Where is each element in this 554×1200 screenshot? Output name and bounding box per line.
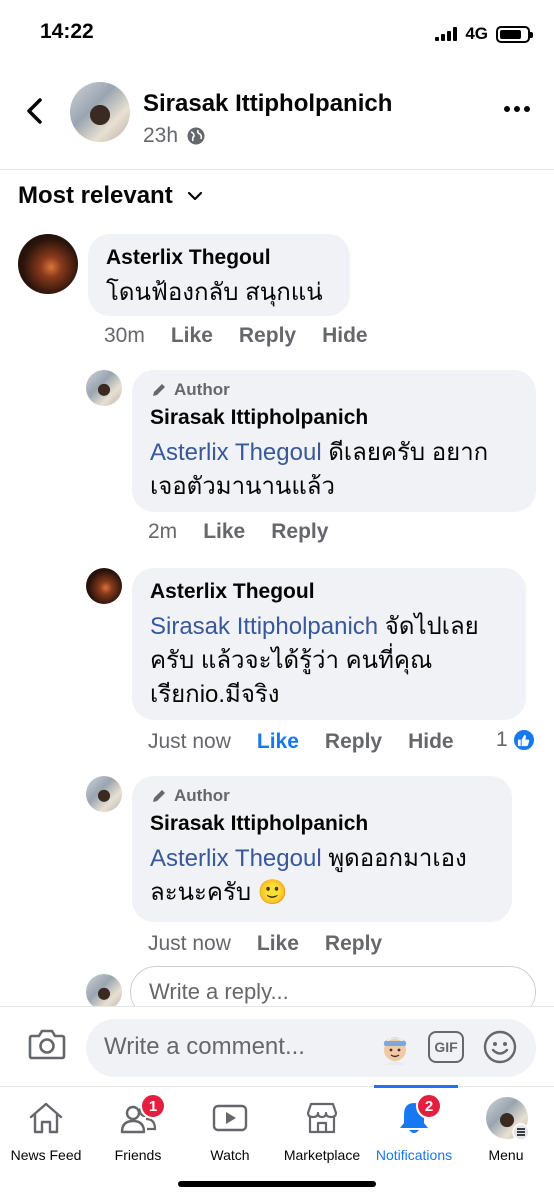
comment-time: 30m	[104, 324, 145, 347]
tab-label: Watch	[210, 1147, 250, 1163]
reply-actions: Just now Like Reply	[148, 932, 382, 956]
chevron-down-icon	[187, 191, 202, 201]
replier-avatar[interactable]	[86, 568, 122, 604]
status-time: 14:22	[40, 20, 94, 43]
like-button[interactable]: Like	[171, 324, 213, 348]
sort-label: Most relevant	[18, 182, 173, 209]
reply-text: Asterlix Thegoul ดีเลยครับ อยากเจอตัวมาน…	[150, 436, 518, 504]
tab-marketplace[interactable]: Marketplace	[276, 1087, 368, 1177]
comment-bubble: Asterlix Thegoul โดนฟ้องกลับ สนุกแน่	[88, 234, 350, 316]
marketplace-icon	[306, 1102, 338, 1134]
author-badge-label: Author	[174, 380, 230, 399]
hide-button[interactable]: Hide	[322, 324, 368, 348]
hamburger-icon	[512, 1123, 530, 1141]
comment-composer: Write a comment... GIF	[0, 1006, 554, 1086]
replier-name[interactable]: Sirasak Ittipholpanich	[150, 406, 518, 430]
comment-text: โดนฟ้องกลับ สนุกแน่	[106, 279, 323, 306]
tab-menu[interactable]: Menu	[460, 1087, 552, 1177]
smile-emoji-icon: 🙂	[257, 879, 288, 906]
reply-text: Sirasak Ittipholpanich จัดไปเลยครับ แล้ว…	[150, 610, 508, 712]
tab-watch[interactable]: Watch	[184, 1087, 276, 1177]
signal-icon	[435, 27, 458, 41]
comment-actions: 30m Like Reply Hide	[104, 324, 368, 348]
post-meta: 23h	[143, 124, 206, 148]
tab-label: Notifications	[375, 1147, 453, 1163]
post-time: 23h	[143, 124, 179, 147]
mention-link[interactable]: Sirasak Ittipholpanich	[150, 613, 378, 640]
reply-text: Asterlix Thegoul พูดออกมาเองละนะครับ 🙂	[150, 842, 494, 910]
tab-notifications[interactable]: 2 Notifications	[368, 1087, 460, 1177]
notifications-badge: 2	[416, 1093, 442, 1119]
home-indicator	[178, 1181, 376, 1187]
post-header: Sirasak Ittipholpanich 23h	[0, 70, 554, 170]
author-badge: Author	[150, 786, 494, 806]
tab-label: News Feed	[10, 1147, 82, 1163]
replier-name[interactable]: Asterlix Thegoul	[150, 580, 508, 604]
gif-button[interactable]: GIF	[428, 1031, 464, 1063]
reply-button[interactable]: Reply	[239, 324, 296, 348]
mention-link[interactable]: Asterlix Thegoul	[150, 845, 322, 872]
friends-badge: 1	[140, 1093, 166, 1119]
reply-placeholder: Write a reply...	[149, 979, 289, 1004]
pencil-icon	[153, 384, 165, 396]
reply-bubble: Author Sirasak Ittipholpanich Asterlix T…	[132, 370, 536, 512]
tab-friends[interactable]: 1 Friends	[92, 1087, 184, 1177]
reaction-summary[interactable]: 1	[496, 728, 536, 752]
tab-label: Friends	[114, 1147, 162, 1163]
author-badge: Author	[150, 380, 518, 400]
like-button[interactable]: Like	[203, 520, 245, 544]
battery-icon	[496, 25, 533, 43]
avatar-sticker-icon[interactable]	[376, 1029, 414, 1067]
current-user-avatar	[86, 974, 122, 1010]
pencil-icon	[153, 790, 165, 802]
more-options-icon[interactable]	[504, 106, 530, 112]
home-icon	[29, 1102, 63, 1134]
reply-button[interactable]: Reply	[325, 932, 382, 956]
reaction-count: 1	[496, 728, 508, 751]
reply-time: Just now	[148, 932, 231, 955]
author-badge-label: Author	[174, 786, 230, 805]
replier-avatar[interactable]	[86, 776, 122, 812]
camera-icon[interactable]	[28, 1027, 66, 1061]
replier-name[interactable]: Sirasak Ittipholpanich	[150, 812, 494, 836]
comment-placeholder: Write a comment...	[104, 1033, 305, 1060]
author-avatar[interactable]	[70, 82, 130, 142]
watch-icon	[212, 1104, 248, 1132]
hide-button[interactable]: Hide	[408, 730, 454, 754]
reply-bubble: Asterlix Thegoul Sirasak Ittipholpanich …	[132, 568, 526, 720]
status-indicators: 4G	[435, 24, 533, 44]
reply-actions: Just now Like Reply Hide	[148, 730, 454, 754]
post-author-name[interactable]: Sirasak Ittipholpanich	[143, 90, 392, 118]
reply-button[interactable]: Reply	[271, 520, 328, 544]
tab-label: Marketplace	[283, 1147, 361, 1163]
reply-bubble: Author Sirasak Ittipholpanich Asterlix T…	[132, 776, 512, 922]
emoji-icon[interactable]	[482, 1029, 518, 1065]
tab-label: Menu	[488, 1147, 524, 1163]
tab-news-feed[interactable]: News Feed	[0, 1087, 92, 1177]
comment-sort-dropdown[interactable]: Most relevant	[18, 182, 203, 210]
like-button[interactable]: Like	[257, 730, 299, 754]
reply-actions: 2m Like Reply	[148, 520, 328, 544]
replier-avatar[interactable]	[86, 370, 122, 406]
status-bar: 14:22 4G	[0, 0, 554, 66]
reply-time: Just now	[148, 730, 231, 753]
thumbs-up-icon	[511, 728, 536, 752]
reply-time: 2m	[148, 520, 178, 543]
reply-button[interactable]: Reply	[325, 730, 382, 754]
commenter-avatar[interactable]	[18, 234, 78, 294]
comment-input[interactable]: Write a comment... GIF	[86, 1019, 536, 1077]
like-button[interactable]: Like	[257, 932, 299, 956]
globe-icon	[187, 127, 205, 145]
mention-link[interactable]: Asterlix Thegoul	[150, 439, 322, 466]
network-label: 4G	[465, 24, 488, 43]
commenter-name[interactable]: Asterlix Thegoul	[106, 246, 332, 270]
back-arrow-icon[interactable]	[20, 96, 50, 126]
